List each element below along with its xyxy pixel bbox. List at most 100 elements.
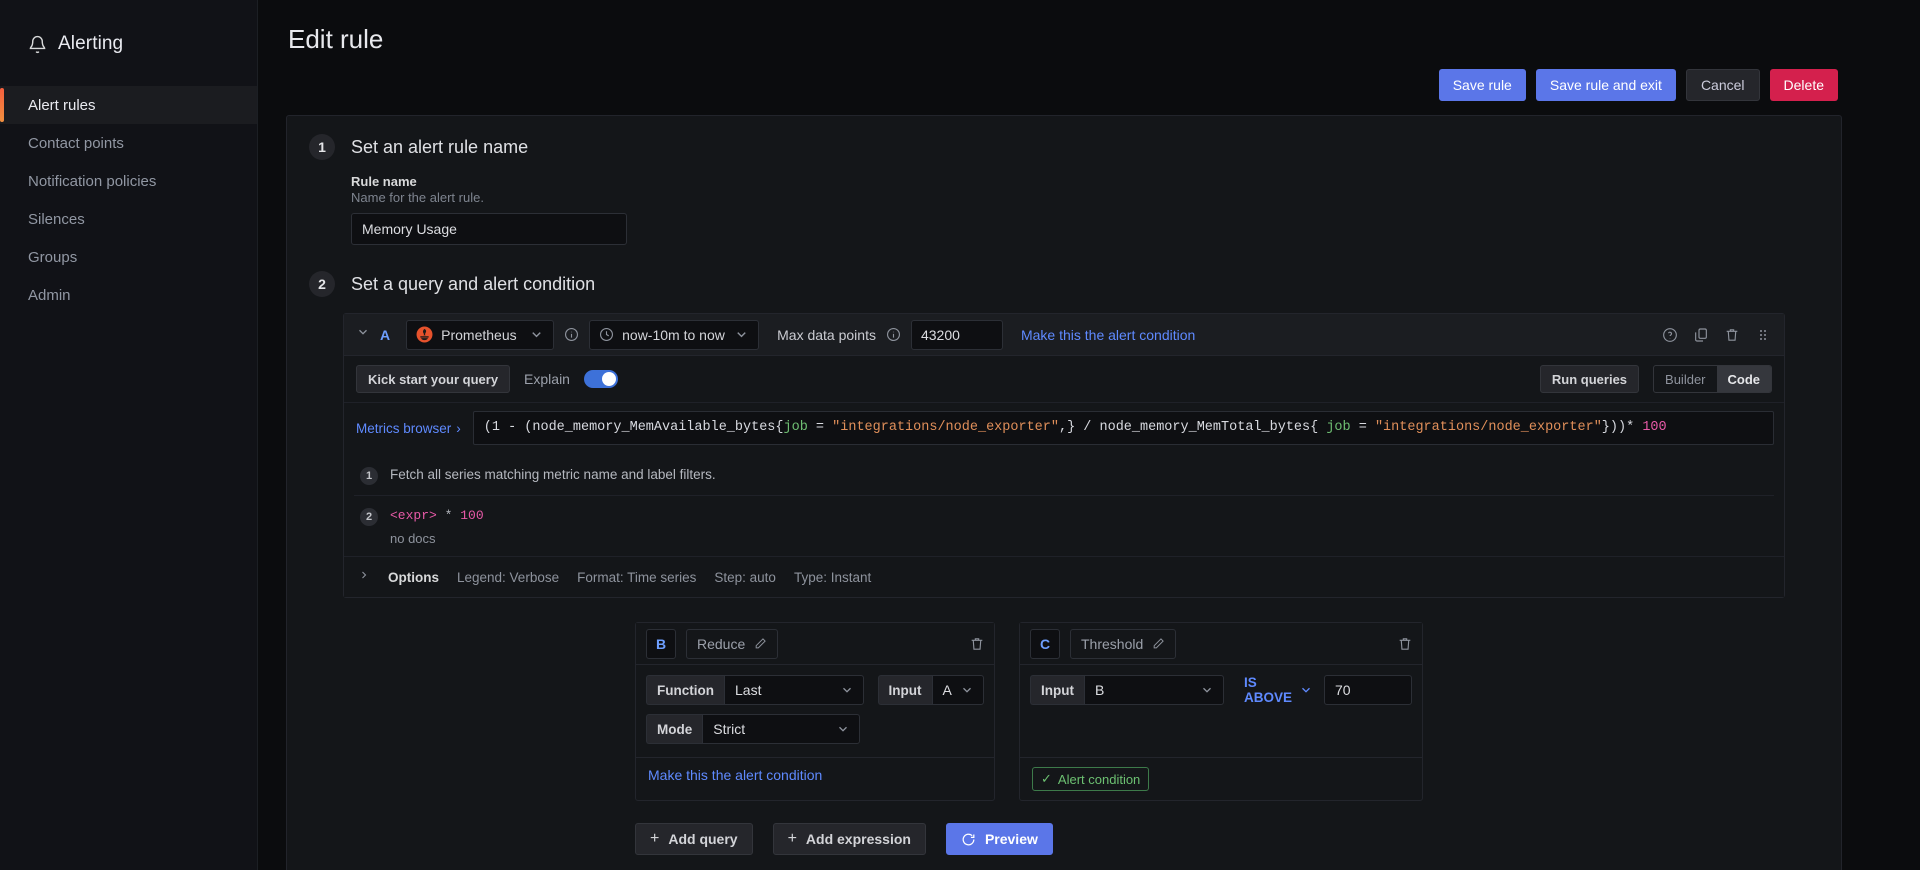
option-legend: Legend: Verbose: [457, 569, 560, 585]
alert-condition-badge: ✓ Alert condition: [1032, 767, 1150, 791]
sidebar-item-admin[interactable]: Admin: [0, 276, 257, 314]
add-expression-button[interactable]: + Add expression: [772, 823, 926, 855]
refresh-icon: [961, 832, 976, 847]
rule-name-input[interactable]: [351, 213, 627, 245]
preview-button[interactable]: Preview: [945, 823, 1053, 855]
kick-start-query-button[interactable]: Kick start your query: [356, 365, 511, 393]
threshold-comparator-select[interactable]: IS ABOVE: [1234, 675, 1324, 705]
reduce-mode-value: Strict: [713, 721, 746, 737]
expression-c-type-selector[interactable]: Threshold: [1070, 628, 1177, 659]
expression-c-header: C Threshold: [1020, 623, 1422, 665]
promql-expression-editor[interactable]: (1 - (node_memory_MemAvailable_bytes{job…: [472, 411, 1774, 445]
explain-step-text: Fetch all series matching metric name an…: [390, 467, 716, 482]
reduce-mode-select[interactable]: Strict: [702, 714, 861, 744]
run-queries-button[interactable]: Run queries: [1539, 365, 1640, 393]
rule-name-label: Rule name: [351, 174, 417, 189]
expression-b-body: Function Last Input A Mode Strict: [636, 665, 994, 757]
time-range-value: now-10m to now: [622, 326, 725, 343]
explain-step-docs: no docs: [390, 531, 436, 546]
query-a-toolbar: Kick start your query Explain Run querie…: [344, 356, 1784, 403]
rule-name-field-block: Rule name Name for the alert rule.: [287, 174, 1841, 245]
editor-mode-builder[interactable]: Builder: [1654, 366, 1716, 392]
expr-string: "integrations/node_exporter": [1374, 420, 1602, 435]
explain-label: Explain: [524, 371, 570, 387]
delete-query-icon[interactable]: [1724, 327, 1739, 342]
explain-toggle[interactable]: [583, 370, 618, 388]
chevron-down-icon: [840, 683, 855, 698]
sidebar-item-label: Notification policies: [28, 172, 157, 190]
add-expression-label: Add expression: [805, 831, 911, 847]
sidebar-brand: Alerting: [0, 22, 257, 66]
datasource-info-icon[interactable]: [564, 327, 579, 342]
max-data-points-input[interactable]: [910, 319, 1003, 350]
expression-b-type-selector[interactable]: Reduce: [686, 628, 779, 659]
sidebar-item-label: Contact points: [28, 134, 124, 152]
chevron-down-icon: [1299, 683, 1314, 698]
save-rule-button[interactable]: Save rule: [1438, 69, 1526, 101]
save-rule-and-exit-button[interactable]: Save rule and exit: [1535, 69, 1676, 101]
step-2-number: 2: [309, 271, 335, 297]
edit-pencil-icon[interactable]: [754, 637, 767, 650]
rule-editor-panel: 1 Set an alert rule name Rule name Name …: [286, 115, 1842, 870]
page-title: Edit rule: [288, 24, 384, 54]
sidebar-item-contact-points[interactable]: Contact points: [0, 124, 257, 162]
query-options-row: Options Legend: Verbose Format: Time ser…: [344, 556, 1784, 597]
threshold-value-input[interactable]: [1324, 675, 1412, 705]
expr-part: (1 - (node_memory_MemAvailable_bytes{: [483, 420, 784, 435]
chevron-down-icon: [1200, 683, 1215, 698]
datasource-picker[interactable]: Prometheus: [406, 319, 555, 350]
explain-code-op: *: [436, 508, 461, 523]
chevron-down-icon: [836, 722, 851, 737]
drag-handle-icon[interactable]: [1755, 327, 1770, 342]
delete-expression-icon[interactable]: [1397, 636, 1412, 651]
editor-mode-code[interactable]: Code: [1716, 366, 1771, 392]
input-label: Input: [877, 675, 932, 705]
edit-pencil-icon[interactable]: [1152, 637, 1165, 650]
expression-b-make-alert-condition-link[interactable]: Make this the alert condition: [648, 767, 822, 783]
sidebar-brand-label: Alerting: [58, 33, 124, 54]
options-toggle-label[interactable]: Options: [388, 570, 439, 585]
chevron-down-icon[interactable]: [356, 325, 370, 344]
delete-expression-icon[interactable]: [969, 636, 984, 651]
chevron-right-icon: ›: [456, 420, 461, 436]
plus-icon: +: [787, 830, 797, 847]
reduce-mode-row: Mode Strict: [646, 714, 984, 744]
step-1-title: Set an alert rule name: [351, 136, 529, 157]
expression-c-body: Input B IS ABOVE: [1020, 665, 1422, 757]
add-query-button[interactable]: + Add query: [635, 823, 753, 855]
option-type: Type: Instant: [793, 569, 872, 585]
metrics-browser-button[interactable]: Metrics browser ›: [354, 411, 473, 445]
sidebar-item-notification-policies[interactable]: Notification policies: [0, 162, 257, 200]
expr-part: =: [1350, 420, 1375, 435]
sidebar-item-groups[interactable]: Groups: [0, 238, 257, 276]
query-a-header-actions: [1662, 327, 1772, 342]
preview-label: Preview: [984, 831, 1038, 847]
expr-label-job: job: [1326, 420, 1351, 435]
query-a-make-alert-condition-link[interactable]: Make this the alert condition: [1021, 327, 1195, 343]
expr-label-job: job: [783, 420, 808, 435]
duplicate-query-icon[interactable]: [1693, 327, 1708, 342]
reduce-function-select[interactable]: Last: [724, 675, 864, 705]
max-data-points-info-icon[interactable]: [886, 327, 901, 342]
expression-c-type-label: Threshold: [1081, 635, 1144, 652]
sidebar-item-alert-rules[interactable]: Alert rules: [0, 86, 257, 124]
input-label: Input: [1030, 675, 1084, 705]
threshold-input-row: Input B IS ABOVE: [1030, 675, 1412, 705]
reduce-input-select[interactable]: A: [931, 675, 984, 705]
cancel-button[interactable]: Cancel: [1685, 69, 1760, 101]
query-a-wrapper: A Prometheus now-10m to now Max data poi…: [287, 313, 1841, 598]
expression-b-ref-id: B: [646, 628, 676, 659]
sidebar-item-silences[interactable]: Silences: [0, 200, 257, 238]
threshold-comparator-value: IS ABOVE: [1244, 675, 1293, 705]
help-icon[interactable]: [1662, 327, 1677, 342]
query-a-header: A Prometheus now-10m to now Max data poi…: [344, 314, 1784, 356]
expr-part: }))*: [1601, 420, 1643, 435]
time-range-picker[interactable]: now-10m to now: [589, 319, 760, 350]
step-2-title: Set a query and alert condition: [351, 273, 596, 294]
sidebar-item-label: Groups: [28, 248, 78, 266]
reduce-function-value: Last: [735, 682, 762, 698]
metrics-browser-label: Metrics browser: [356, 420, 452, 436]
threshold-input-select[interactable]: B: [1084, 675, 1224, 705]
delete-button[interactable]: Delete: [1769, 69, 1838, 101]
chevron-right-icon[interactable]: [358, 568, 370, 586]
